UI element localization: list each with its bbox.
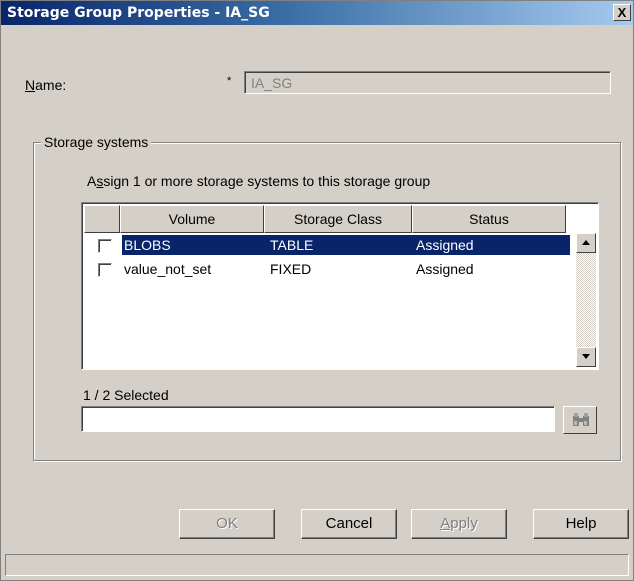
apply-button[interactable]: Apply <box>411 509 507 539</box>
cell-volume: BLOBS <box>124 237 171 253</box>
cell-status: Assigned <box>416 261 474 277</box>
column-header-storage-class[interactable]: Storage Class <box>264 205 412 233</box>
table-row[interactable]: BLOBS TABLE Assigned <box>84 235 572 257</box>
ok-button[interactable]: OK <box>179 509 275 539</box>
title-bar[interactable]: Storage Group Properties - IA_SG X <box>1 1 633 25</box>
selected-count: 1 / 2 Selected <box>83 387 169 403</box>
status-bar <box>5 554 629 576</box>
column-header-volume[interactable]: Volume <box>120 205 264 233</box>
cell-storage-class: FIXED <box>270 261 312 277</box>
column-header-status[interactable]: Status <box>412 205 566 233</box>
help-button[interactable]: Help <box>533 509 629 539</box>
binoculars-icon <box>573 413 589 426</box>
required-marker: * <box>227 75 232 87</box>
window-title: Storage Group Properties - IA_SG <box>7 5 270 21</box>
filter-input[interactable] <box>81 406 555 432</box>
name-field: IA_SG <box>244 71 611 94</box>
scroll-down-button[interactable] <box>576 347 596 367</box>
name-label-rest: ame: <box>35 77 67 93</box>
arrow-up-icon <box>582 240 590 245</box>
name-label: Name: <box>25 77 66 93</box>
row-checkbox[interactable] <box>98 239 112 253</box>
storage-group-properties-dialog: Storage Group Properties - IA_SG X Name:… <box>0 0 634 581</box>
close-button[interactable]: X <box>613 4 631 21</box>
cancel-button[interactable]: Cancel <box>301 509 397 539</box>
cell-volume: value_not_set <box>124 261 212 277</box>
column-header-checkbox[interactable] <box>84 205 120 233</box>
cell-status: Assigned <box>416 237 474 253</box>
table-row[interactable]: value_not_set FIXED Assigned <box>84 259 572 281</box>
row-checkbox[interactable] <box>98 263 112 277</box>
name-label-mnemonic: N <box>25 77 36 93</box>
assign-instruction: Assign 1 or more storage systems to this… <box>87 173 431 189</box>
arrow-down-icon <box>582 354 590 359</box>
row-selection-highlight <box>122 235 570 255</box>
cell-storage-class: TABLE <box>270 237 314 253</box>
vertical-scrollbar[interactable] <box>576 233 596 367</box>
scroll-up-button[interactable] <box>576 233 596 253</box>
storage-systems-list[interactable]: Volume Storage Class Status BLOBS TABLE … <box>81 202 599 370</box>
find-button[interactable] <box>563 406 597 434</box>
storage-systems-group-title: Storage systems <box>41 134 152 150</box>
